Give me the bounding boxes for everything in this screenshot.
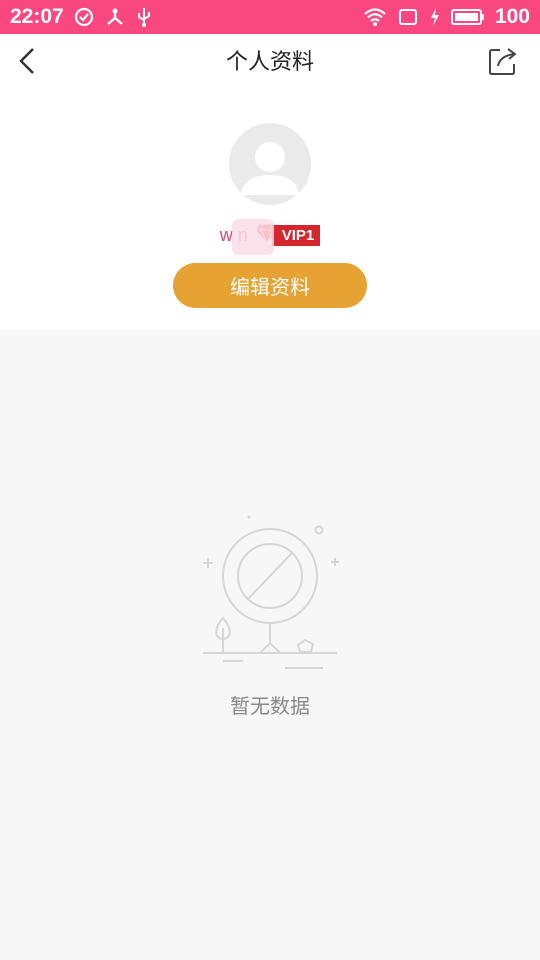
battery-level: 100: [494, 5, 530, 28]
page-title: 个人资料: [225, 50, 314, 75]
username-redaction: [231, 218, 274, 255]
network-share-icon: [104, 7, 126, 27]
empty-state-illustration: [195, 510, 345, 675]
header: 个人资料: [0, 34, 540, 92]
status-bar: 22:07 100: [0, 0, 540, 34]
back-button[interactable]: [10, 46, 44, 80]
default-avatar-icon: [229, 142, 311, 205]
status-time: 22:07: [10, 5, 64, 28]
usb-icon: [136, 6, 152, 28]
name-row: w n VIP1: [0, 218, 540, 255]
share-icon: [488, 46, 518, 80]
screen-icon: [397, 7, 419, 27]
charging-icon: [429, 7, 441, 27]
username: w n: [220, 218, 274, 255]
edit-profile-button[interactable]: 编辑资料: [173, 263, 367, 308]
empty-state-message: 暂无数据: [230, 694, 310, 718]
no-data-sign-icon: [195, 515, 345, 679]
chevron-left-icon: [17, 47, 37, 79]
share-button[interactable]: [486, 46, 520, 80]
status-bar-right: 100: [363, 5, 530, 29]
profile-section: w n VIP1 编辑资料: [0, 92, 540, 330]
wifi-icon: [363, 7, 387, 27]
check-circle-icon: [74, 7, 94, 27]
status-bar-left: 22:07: [10, 5, 152, 29]
vip-label: VIP1: [271, 224, 321, 246]
avatar[interactable]: [229, 123, 311, 205]
battery-icon: [450, 7, 485, 27]
